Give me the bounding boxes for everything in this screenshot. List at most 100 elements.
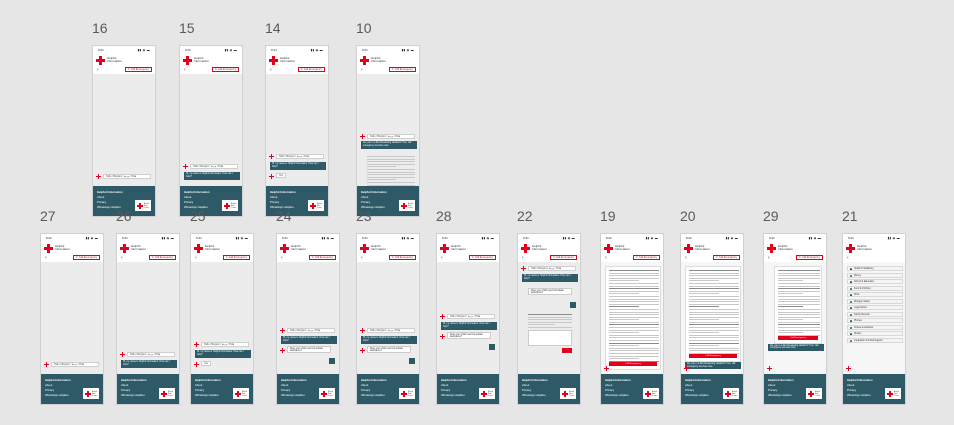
call-emergency-button[interactable]: Call Emergency	[778, 335, 818, 341]
menu-item[interactable]: Food & Clothing	[847, 285, 903, 291]
call-emergency-button[interactable]: Call Emergency	[609, 361, 657, 367]
message-input[interactable]: Hello / Bonjour / مرحبا / Hola	[276, 153, 324, 159]
call-emergency-button[interactable]: ✆ Call Emergency	[148, 255, 176, 260]
call-emergency-button[interactable]: ✆ Call Emergency	[712, 255, 740, 260]
footer-link[interactable]: Privacy	[270, 201, 279, 204]
menu-item[interactable]: Health & Wellbeing	[847, 266, 903, 271]
footer-link[interactable]: WhatsApp Helpline	[361, 394, 385, 397]
phone-screen[interactable]: 9:41 ▮▮ ◉ ▬ Helpful Information ‹ ✆ Call Eme…	[92, 45, 156, 217]
menu-item[interactable]: Phones	[847, 318, 903, 323]
call-emergency-button[interactable]: Call Emergency	[689, 353, 737, 359]
message-input[interactable]: Hello / Bonjour / مرحبا / Hola	[367, 133, 415, 139]
back-chevron-icon[interactable]: ‹	[97, 67, 99, 73]
call-emergency-button[interactable]: ✆ Call Emergency	[388, 67, 416, 72]
phone-screen[interactable]: 9:41 ▮▮ ◉ ▬ Helpful Information ‹ Health & W…	[842, 233, 906, 405]
message-input[interactable]: Hello / Bonjour / مرحبا / Hola	[528, 265, 576, 271]
send-button[interactable]	[570, 302, 576, 308]
footer-link[interactable]: Privacy	[361, 201, 370, 204]
phone-screen[interactable]: 9:41 ▮▮ ◉ ▬ Helpful Information ‹ ✆ Call Eme…	[190, 233, 254, 405]
footer-link[interactable]: About	[281, 384, 288, 387]
footer-link[interactable]: Privacy	[441, 389, 450, 392]
message-input[interactable]: Hello / Bonjour / مرحبا / Hola	[367, 327, 415, 333]
footer-link[interactable]: About	[605, 384, 612, 387]
phone-screen[interactable]: 9:41 ▮▮ ◉ ▬ Helpful Information ‹ ✆ Call Eme…	[356, 233, 420, 405]
back-chevron-icon[interactable]: ‹	[270, 67, 272, 73]
back-chevron-icon[interactable]: ‹	[847, 255, 849, 261]
footer-link[interactable]: About	[121, 384, 128, 387]
footer-link[interactable]: WhatsApp Helpline	[847, 394, 871, 397]
phone-screen[interactable]: 9:41 ▮▮ ◉ ▬ Helpful Information ‹ ✆ Call Eme…	[763, 233, 827, 405]
send-button[interactable]	[409, 358, 415, 364]
call-emergency-button[interactable]: ✆ Call Emergency	[297, 67, 325, 72]
menu-item[interactable]: Shelter	[847, 331, 903, 336]
footer-link[interactable]: About	[685, 384, 692, 387]
phone-screen[interactable]: 9:41 ▮▮ ◉ ▬ Helpful Information ‹ ✆ Call Eme…	[517, 233, 581, 405]
phone-screen[interactable]: 9:41 ▮▮ ◉ ▬ Helpful Information ‹ ✆ Call Eme…	[600, 233, 664, 405]
back-chevron-icon[interactable]: ‹	[605, 255, 607, 261]
footer-link[interactable]: Privacy	[847, 389, 856, 392]
footer-link[interactable]: WhatsApp Helpline	[685, 394, 709, 397]
back-chevron-icon[interactable]: ‹	[685, 255, 687, 261]
back-chevron-icon[interactable]: ‹	[361, 67, 363, 73]
footer-link[interactable]: About	[522, 384, 529, 387]
call-emergency-button[interactable]: ✆ Call Emergency	[211, 67, 239, 72]
footer-link[interactable]: Privacy	[97, 201, 106, 204]
phone-screen[interactable]: 9:41 ▮▮ ◉ ▬ Helpful Information ‹ ✆ Call Eme…	[116, 233, 180, 405]
reply-option[interactable]: Yes	[201, 361, 211, 366]
call-emergency-button[interactable]: ✆ Call Emergency	[124, 67, 152, 72]
footer-link[interactable]: Privacy	[281, 389, 290, 392]
footer-link[interactable]: WhatsApp Helpline	[522, 394, 546, 397]
footer-link[interactable]: WhatsApp Helpline	[281, 394, 305, 397]
footer-link[interactable]: WhatsApp Helpline	[768, 394, 792, 397]
menu-item[interactable]: Legal Advice	[847, 305, 903, 310]
footer-link[interactable]: About	[768, 384, 775, 387]
back-chevron-icon[interactable]: ‹	[522, 255, 524, 261]
send-button[interactable]	[329, 358, 335, 364]
send-button[interactable]: ›	[562, 348, 572, 353]
message-input[interactable]: Hello / Bonjour / مرحبا / Hola	[103, 173, 151, 179]
footer-link[interactable]: Privacy	[685, 389, 694, 392]
message-input[interactable]: Hello / Bonjour / مرحبا / Hola	[127, 351, 175, 357]
footer-link[interactable]: Privacy	[121, 389, 130, 392]
call-emergency-button[interactable]: ✆ Call Emergency	[388, 255, 416, 260]
footer-link[interactable]: WhatsApp Helpline	[195, 394, 219, 397]
menu-item[interactable]: Refugee Status	[847, 298, 903, 304]
footer-link[interactable]: Privacy	[184, 201, 193, 204]
back-chevron-icon[interactable]: ‹	[45, 255, 47, 261]
menu-item[interactable]: Money	[847, 272, 903, 278]
footer-link[interactable]: About	[195, 384, 202, 387]
phone-screen[interactable]: 9:41 ▮▮ ◉ ▬ Helpful Information ‹ ✆ Call Eme…	[179, 45, 243, 217]
footer-link[interactable]: About	[270, 196, 277, 199]
reply-option[interactable]: Yes	[276, 173, 286, 178]
footer-link[interactable]: Privacy	[45, 389, 54, 392]
back-chevron-icon[interactable]: ‹	[281, 255, 283, 261]
menu-item[interactable]: Family Reunion	[847, 311, 903, 317]
footer-link[interactable]: About	[361, 196, 368, 199]
footer-link[interactable]: About	[361, 384, 368, 387]
menu-item[interactable]: School & Education	[847, 279, 903, 284]
phone-screen[interactable]: 9:41 ▮▮ ◉ ▬ Helpful Information ‹ ✆ Call Eme…	[356, 45, 420, 217]
footer-link[interactable]: Privacy	[361, 389, 370, 392]
call-emergency-button[interactable]: ✆ Call Emergency	[632, 255, 660, 260]
menu-item[interactable]: Culture & Activities	[847, 324, 903, 330]
footer-link[interactable]: WhatsApp Helpline	[441, 394, 465, 397]
phone-screen[interactable]: 9:41 ▮▮ ◉ ▬ Helpful Information ‹ ✆ Call Eme…	[265, 45, 329, 217]
option-card[interactable]	[528, 330, 572, 346]
footer-link[interactable]: About	[847, 384, 854, 387]
footer-link[interactable]: About	[441, 384, 448, 387]
menu-item[interactable]: Work	[847, 292, 903, 297]
message-input[interactable]: Hello / Bonjour / مرحبا / Hola	[190, 163, 238, 169]
message-input[interactable]: Hello / Bonjour / مرحبا / Hola	[287, 327, 335, 333]
back-chevron-icon[interactable]: ‹	[121, 255, 123, 261]
send-button[interactable]	[489, 344, 495, 350]
call-emergency-button[interactable]: ✆ Call Emergency	[308, 255, 336, 260]
back-chevron-icon[interactable]: ‹	[195, 255, 197, 261]
call-emergency-button[interactable]: ✆ Call Emergency	[222, 255, 250, 260]
phone-screen[interactable]: 9:41 ▮▮ ◉ ▬ Helpful Information ‹ ✆ Call Eme…	[276, 233, 340, 405]
footer-link[interactable]: About	[184, 196, 191, 199]
footer-link[interactable]: WhatsApp Helpline	[45, 394, 69, 397]
call-emergency-button[interactable]: ✆ Call Emergency	[795, 255, 823, 260]
back-chevron-icon[interactable]: ‹	[184, 67, 186, 73]
phone-screen[interactable]: 9:41 ▮▮ ◉ ▬ Helpful Information ‹ ✆ Call Eme…	[680, 233, 744, 405]
footer-link[interactable]: Privacy	[522, 389, 531, 392]
